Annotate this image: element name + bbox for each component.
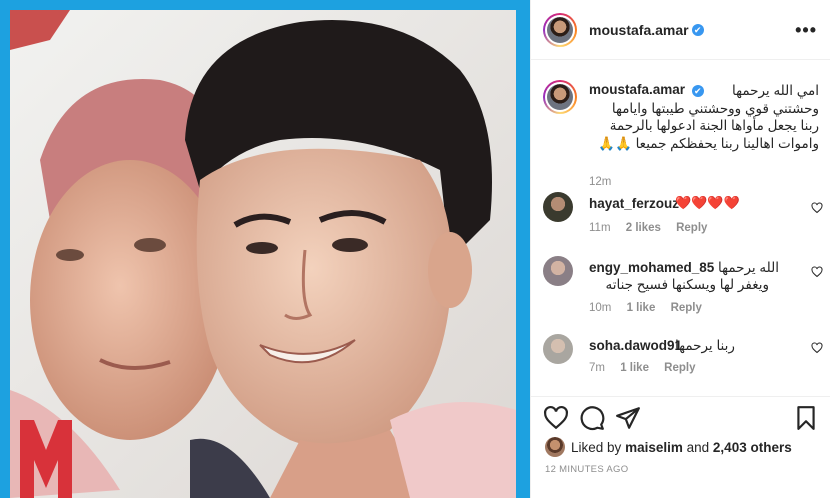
reply-button[interactable]: Reply	[671, 302, 702, 314]
comment-meta: 10m 1 like Reply	[589, 302, 714, 314]
action-bar	[531, 396, 830, 438]
reply-button[interactable]: Reply	[676, 222, 707, 234]
comment-text: ويغفر لها ويسكنها فسيح جناته	[605, 277, 769, 292]
comment-username[interactable]: engy_mohamed_85	[589, 260, 714, 275]
comment-time: 10m	[589, 302, 612, 314]
comments-list[interactable]: moustafa.amar ✔ امي الله يرحمها وحشتني ق…	[531, 60, 830, 396]
comment-text: ربنا يرحمها	[675, 338, 735, 353]
commenter-avatar[interactable]	[543, 256, 573, 286]
verified-badge-icon: ✔	[691, 23, 704, 36]
comment-meta: 7m 1 like Reply	[589, 362, 708, 374]
post-caption: moustafa.amar ✔ امي الله يرحمها وحشتني ق…	[543, 78, 823, 188]
more-options-icon[interactable]: •••	[795, 20, 817, 41]
photo-illustration	[10, 10, 516, 498]
comment-item: engy_mohamed_85 الله يرحمها ويغفر لها وي…	[543, 256, 823, 316]
likes-summary: Liked by maiselim and 2,403 others	[545, 436, 825, 458]
comment-item: soha.dawod91 ربنا يرحمها 7m 1 like Reply	[543, 334, 823, 384]
caption-text: امي الله يرحمها وحشتني قوي ووحشتني طيبته…	[589, 82, 819, 152]
commenter-avatar[interactable]	[543, 334, 573, 364]
liker-avatar[interactable]	[545, 437, 565, 457]
comment-text: ❤️❤️❤️❤️	[675, 195, 740, 210]
comment-username[interactable]: soha.dawod91	[589, 338, 682, 353]
commenter-avatar[interactable]	[543, 192, 573, 222]
comment-username[interactable]: hayat_ferzouz	[589, 196, 679, 211]
comment-likes[interactable]: 2 likes	[626, 222, 661, 234]
caption-line: واموات اهالينا ربنا يحفظكم جميعا 🙏🙏	[598, 135, 819, 151]
small-heart-icon[interactable]	[811, 266, 823, 278]
post-header: moustafa.amar ✔ •••	[531, 0, 830, 60]
likes-and: and	[686, 439, 710, 455]
comment-likes[interactable]: 1 like	[620, 362, 649, 374]
caption-line: ربنا يجعل مأواها الجنة ادعولها بالرحمة	[609, 118, 819, 133]
comment-likes[interactable]: 1 like	[627, 302, 656, 314]
post-photo	[10, 10, 516, 498]
comment-time: 11m	[589, 222, 611, 234]
comment-icon[interactable]	[579, 405, 605, 431]
post-timestamp[interactable]: 12 MINUTES AGO	[545, 464, 628, 475]
liker-username[interactable]: maiselim	[625, 440, 683, 455]
comment-item: hayat_ferzouz ❤️❤️❤️❤️ 11m 2 likes Reply	[543, 192, 823, 242]
bookmark-icon[interactable]	[793, 405, 819, 431]
author-avatar[interactable]	[543, 12, 577, 47]
small-heart-icon[interactable]	[811, 342, 823, 354]
caption-line: امي الله يرحمها	[732, 83, 819, 98]
author-username[interactable]: moustafa.amar	[589, 22, 689, 38]
caption-avatar[interactable]	[543, 80, 577, 114]
reply-button[interactable]: Reply	[664, 362, 695, 374]
heart-icon[interactable]	[543, 405, 569, 431]
likes-prefix: Liked by	[571, 439, 622, 455]
caption-line: وحشتني قوي ووحشتني طيبتها وايامها	[611, 100, 819, 116]
post-sidebar: moustafa.amar ✔ ••• moustafa.amar ✔ امي …	[530, 0, 830, 498]
likes-count[interactable]: 2,403 others	[713, 440, 792, 455]
comment-meta: 11m 2 likes Reply	[589, 222, 719, 234]
comment-text: الله يرحمها	[717, 260, 779, 275]
caption-time: 12m	[589, 176, 612, 188]
small-heart-icon[interactable]	[811, 202, 823, 214]
comment-time: 7m	[589, 362, 605, 374]
post-media[interactable]	[0, 0, 530, 498]
paper-plane-icon[interactable]	[615, 405, 641, 431]
